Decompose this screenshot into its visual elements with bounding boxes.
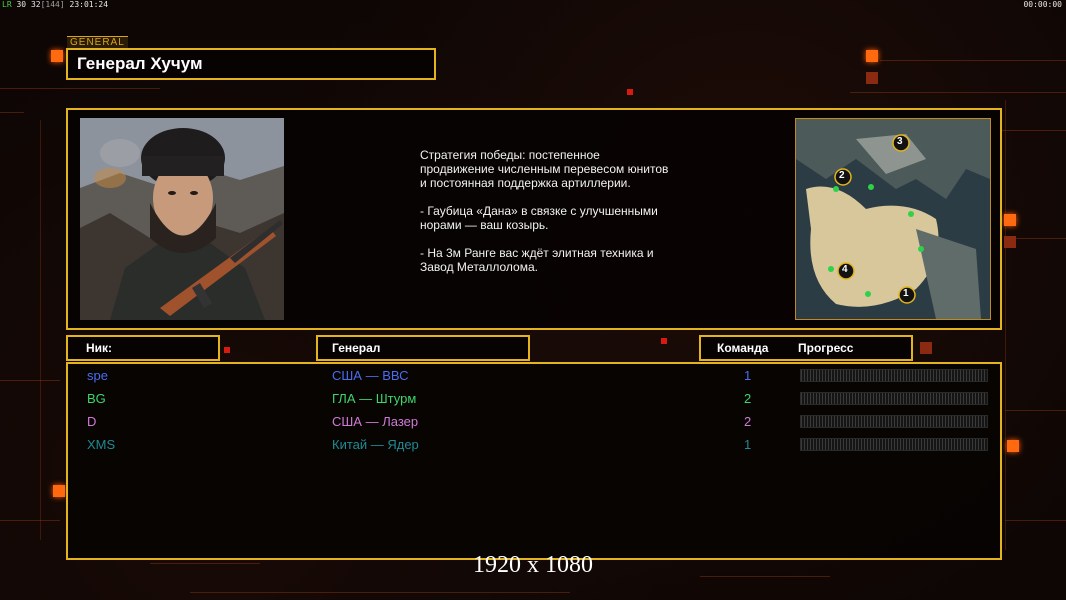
clock: 23:01:24	[69, 0, 109, 9]
decor-line	[880, 60, 1066, 61]
minimap-image	[796, 119, 990, 319]
decor-line	[190, 592, 570, 593]
player-general: США — ВВС	[332, 368, 409, 383]
timer-overlay: 00:00:00	[1023, 0, 1062, 9]
decor-square	[1007, 440, 1019, 452]
player-row: D США — Лазер 2	[68, 412, 1000, 434]
general-portrait	[80, 118, 284, 320]
decor-line	[1005, 520, 1066, 521]
decor-square	[866, 72, 878, 84]
decor-line	[1005, 410, 1066, 411]
decor-square	[53, 485, 65, 497]
general-info-panel: Стратегия победы: постепенное продвижени…	[66, 108, 1002, 330]
general-tag: GENERAL	[67, 36, 128, 48]
player-row: BG ГЛА — Штурм 2	[68, 389, 1000, 411]
decor-line	[0, 520, 60, 521]
decor-line	[850, 92, 1066, 93]
decor-square	[920, 342, 932, 354]
decor-line	[40, 120, 41, 540]
minimap[interactable]: 3 2 4 1	[795, 118, 991, 320]
map-marker-2: 2	[839, 170, 845, 181]
fps-value: 30	[16, 0, 27, 9]
player-row: XMS Китай — Ядер 1	[68, 435, 1000, 457]
player-list: spe США — ВВС 1 BG ГЛА — Штурм 2 D США — Лазер 2…	[66, 362, 1002, 560]
decor-square	[51, 50, 63, 62]
decor-square	[1004, 214, 1016, 226]
decor-line	[0, 88, 160, 89]
strategy-text: Стратегия победы: постепенное продвижени…	[420, 148, 669, 274]
player-nick: XMS	[87, 437, 116, 452]
loading-screen: LR 30 32[144] 23:01:24 00:00:00 GENERAL …	[0, 0, 1066, 600]
decor-line	[1000, 130, 1066, 131]
map-marker-3: 3	[897, 136, 903, 147]
player-progress-bar	[800, 415, 988, 428]
decor-line	[0, 112, 24, 113]
title-box: Генерал Хучум	[66, 48, 436, 80]
player-row: spe США — ВВС 1	[68, 366, 1000, 388]
nick-header-label: Ник:	[86, 341, 113, 355]
player-general: ГЛА — Штурм	[332, 391, 417, 406]
team-progress-header: Команда Прогресс	[699, 335, 913, 361]
player-nick: BG	[87, 391, 106, 406]
decor-square	[866, 50, 878, 62]
player-progress-bar	[800, 438, 988, 451]
team-header-label: Команда	[717, 341, 769, 355]
map-marker-4: 4	[842, 264, 848, 275]
player-general: Китай — Ядер	[332, 437, 419, 452]
resolution-label: 1920 x 1080	[473, 552, 593, 578]
decor-line	[0, 380, 60, 381]
general-header-label: Генерал	[332, 341, 381, 355]
fps-overlay: LR 30 32[144] 23:01:24	[2, 0, 108, 9]
decor-square	[661, 338, 667, 344]
nick-header: Ник:	[66, 335, 220, 361]
player-team: 2	[744, 414, 752, 429]
player-general: США — Лазер	[332, 414, 419, 429]
general-header: Генерал	[316, 335, 530, 361]
decor-line	[1005, 100, 1006, 550]
fps-cap: 32	[30, 0, 41, 9]
player-progress-bar	[800, 369, 988, 382]
fps-label: LR	[2, 0, 12, 9]
progress-header-label: Прогресс	[798, 341, 854, 355]
map-marker-1: 1	[903, 288, 909, 299]
decor-square	[1004, 236, 1016, 248]
portrait-image	[80, 118, 284, 320]
decor-square	[627, 89, 633, 95]
general-title: Генерал Хучум	[77, 54, 203, 73]
player-nick: D	[87, 414, 97, 429]
player-team: 2	[744, 391, 752, 406]
player-progress-bar	[800, 392, 988, 405]
player-team: 1	[744, 437, 752, 452]
player-nick: spe	[87, 368, 108, 383]
decor-square	[224, 347, 230, 353]
frame-count: [144]	[40, 0, 65, 9]
player-team: 1	[744, 368, 752, 383]
